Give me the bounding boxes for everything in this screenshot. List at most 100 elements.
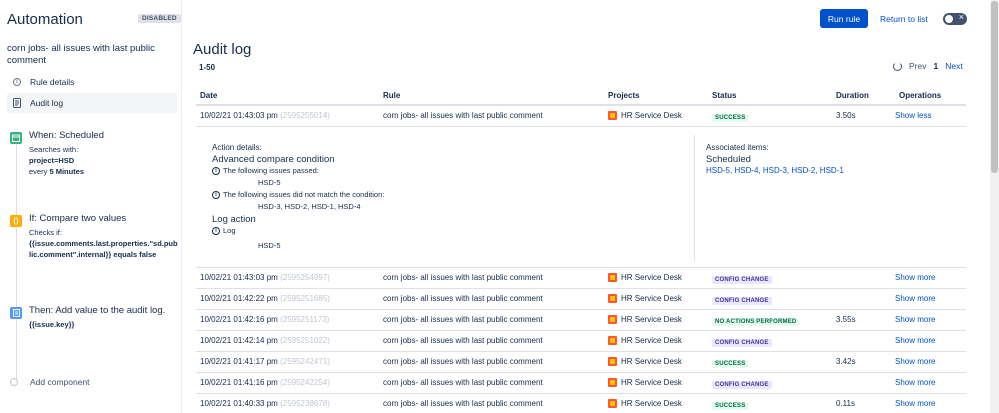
step-interval: 5 Minutes xyxy=(49,167,85,176)
col-date: Date xyxy=(200,91,218,100)
info-icon: i xyxy=(212,227,220,235)
sidebar-item-label: Audit log xyxy=(30,98,64,108)
table-row: 10/02/21 01:43:03 pm (2595255014) corn j… xyxy=(196,106,966,127)
row-status: SUCCESS xyxy=(712,357,749,368)
sidebar-item-label: Rule details xyxy=(30,77,75,87)
action-step[interactable]: Then: Add value to the audit log. {{issu… xyxy=(10,305,178,330)
sidebar: Automation DISABLED corn jobs- all issue… xyxy=(0,0,182,413)
project-icon xyxy=(608,378,617,387)
row-date: 10/02/21 01:41:16 pm (2595242254) xyxy=(200,378,330,387)
trigger-step[interactable]: When: Scheduled Searches with: project=H… xyxy=(10,130,178,177)
row-project: HR Service Desk xyxy=(608,378,682,387)
status-badge: SUCCESS xyxy=(712,360,749,368)
table-row: 10/02/21 01:41:16 pm (2595242254) corn j… xyxy=(196,373,966,394)
show-less-link[interactable]: Show less xyxy=(895,111,931,120)
refresh-icon[interactable] xyxy=(893,61,902,71)
step-desc-line: Searches with: xyxy=(29,145,79,154)
status-badge: SUCCESS xyxy=(712,114,749,122)
row-rule: corn jobs- all issues with last public c… xyxy=(383,315,543,324)
result-range: 1-50 xyxy=(199,63,216,72)
app-title: Automation xyxy=(7,11,83,28)
status-badge: DISABLED xyxy=(138,14,181,23)
rule-enable-toggle[interactable] xyxy=(943,12,967,25)
show-more-link[interactable]: Show more xyxy=(895,294,935,303)
col-status: Status xyxy=(712,91,737,100)
table-row: 10/02/21 01:42:22 pm (2595251685) corn j… xyxy=(196,289,966,310)
show-more-link[interactable]: Show more xyxy=(895,378,935,387)
row-project: HR Service Desk xyxy=(608,357,682,366)
row-date: 10/02/21 01:43:03 pm (2595254997) xyxy=(200,273,330,282)
sidebar-item-audit-log[interactable]: Audit log xyxy=(7,93,177,113)
row-rule: corn jobs- all issues with last public c… xyxy=(383,399,543,408)
prev-page-button[interactable]: Prev xyxy=(909,61,926,71)
condition-step[interactable]: {} If: Compare two values Checks if: {{i… xyxy=(10,213,178,260)
page-title: Audit log xyxy=(193,41,252,58)
row-status: CONFIG CHANGE xyxy=(712,336,772,347)
info-icon: i xyxy=(12,77,22,87)
audit-log-table: Date Rule Projects Status Duration Opera… xyxy=(196,86,966,413)
next-page-button[interactable]: Next xyxy=(945,61,962,71)
sidebar-nav: i Rule details Audit log xyxy=(7,72,177,114)
info-icon: i xyxy=(212,191,220,199)
row-rule: corn jobs- all issues with last public c… xyxy=(383,111,543,120)
row-rule: corn jobs- all issues with last public c… xyxy=(383,273,543,282)
project-icon xyxy=(608,357,617,366)
step-value: {{issue.key}} xyxy=(29,320,75,329)
show-more-link[interactable]: Show more xyxy=(895,336,935,345)
return-to-list-link[interactable]: Return to list xyxy=(880,14,928,24)
status-badge: CONFIG CHANGE xyxy=(712,381,772,389)
log-line: i Log xyxy=(212,225,682,237)
braces-icon: {} xyxy=(10,215,22,227)
action-details-label: Action details: xyxy=(212,143,262,152)
table-body: 10/02/21 01:43:03 pm (2595254997) corn j… xyxy=(196,268,966,413)
associated-type: Scheduled xyxy=(706,154,751,165)
passed-line: i The following issues passed: xyxy=(212,165,682,177)
step-title: When: Scheduled xyxy=(29,130,104,141)
show-more-link[interactable]: Show more xyxy=(895,273,935,282)
add-dot-icon xyxy=(10,378,18,386)
add-component-label: Add component xyxy=(30,377,90,387)
sidebar-item-rule-details[interactable]: i Rule details xyxy=(7,72,177,92)
pagination: Prev 1 Next xyxy=(893,61,963,71)
page-scrollbar[interactable] xyxy=(990,0,999,413)
step-title: Then: Add value to the audit log. xyxy=(29,305,166,316)
scrollbar-thumb[interactable] xyxy=(991,1,998,173)
row-date: 10/02/21 01:43:03 pm (2595255014) xyxy=(200,111,330,120)
show-more-link[interactable]: Show more xyxy=(895,399,935,408)
row-duration: 0.11s xyxy=(836,399,855,408)
table-row: 10/02/21 01:43:03 pm (2595254997) corn j… xyxy=(196,268,966,289)
add-component-button[interactable]: Add component xyxy=(10,377,90,387)
step-query: project=HSD xyxy=(29,156,75,165)
row-project: HR Service Desk xyxy=(608,273,682,282)
status-badge: CONFIG CHANGE xyxy=(712,297,772,305)
row-rule: corn jobs- all issues with last public c… xyxy=(383,378,543,387)
step-expression: {{issue.comments.last.properties."sd.pub… xyxy=(29,239,178,259)
associated-issue-links[interactable]: HSD-5, HSD-4, HSD-3, HSD-2, HSD-1 xyxy=(706,166,956,175)
show-more-link[interactable]: Show more xyxy=(895,357,935,366)
table-row: 10/02/21 01:40:33 pm (2595238678) corn j… xyxy=(196,394,966,413)
run-rule-button[interactable]: Run rule xyxy=(820,9,868,28)
col-projects: Projects xyxy=(608,91,640,100)
project-icon xyxy=(608,315,617,324)
row-project: HR Service Desk xyxy=(608,315,682,324)
step-desc-prefix: every xyxy=(29,167,50,176)
log-value: HSD-5 xyxy=(258,241,281,250)
table-row: 10/02/21 01:41:17 pm (2595242471) corn j… xyxy=(196,352,966,373)
col-rule: Rule xyxy=(383,91,401,100)
row-date: 10/02/21 01:40:33 pm (2595238678) xyxy=(200,399,330,408)
project-icon xyxy=(608,399,617,408)
show-more-link[interactable]: Show more xyxy=(895,315,935,324)
row-rule: corn jobs- all issues with last public c… xyxy=(383,336,543,345)
status-badge: NO ACTIONS PERFORMED xyxy=(712,318,800,326)
status-badge: CONFIG CHANGE xyxy=(712,339,772,347)
details-divider xyxy=(694,135,695,261)
table-row: 10/02/21 01:42:16 pm (2595251173) corn j… xyxy=(196,310,966,331)
row-status: SUCCESS xyxy=(712,111,749,122)
row-date: 10/02/21 01:42:16 pm (2595251173) xyxy=(200,315,330,324)
row-duration: 3.50s xyxy=(836,111,856,120)
table-header: Date Rule Projects Status Duration Opera… xyxy=(196,86,966,106)
associated-label: Associated items: xyxy=(706,143,769,152)
status-badge: SUCCESS xyxy=(712,402,749,410)
action-details: Action details: Advanced compare conditi… xyxy=(212,143,682,252)
calendar-icon xyxy=(10,132,22,144)
